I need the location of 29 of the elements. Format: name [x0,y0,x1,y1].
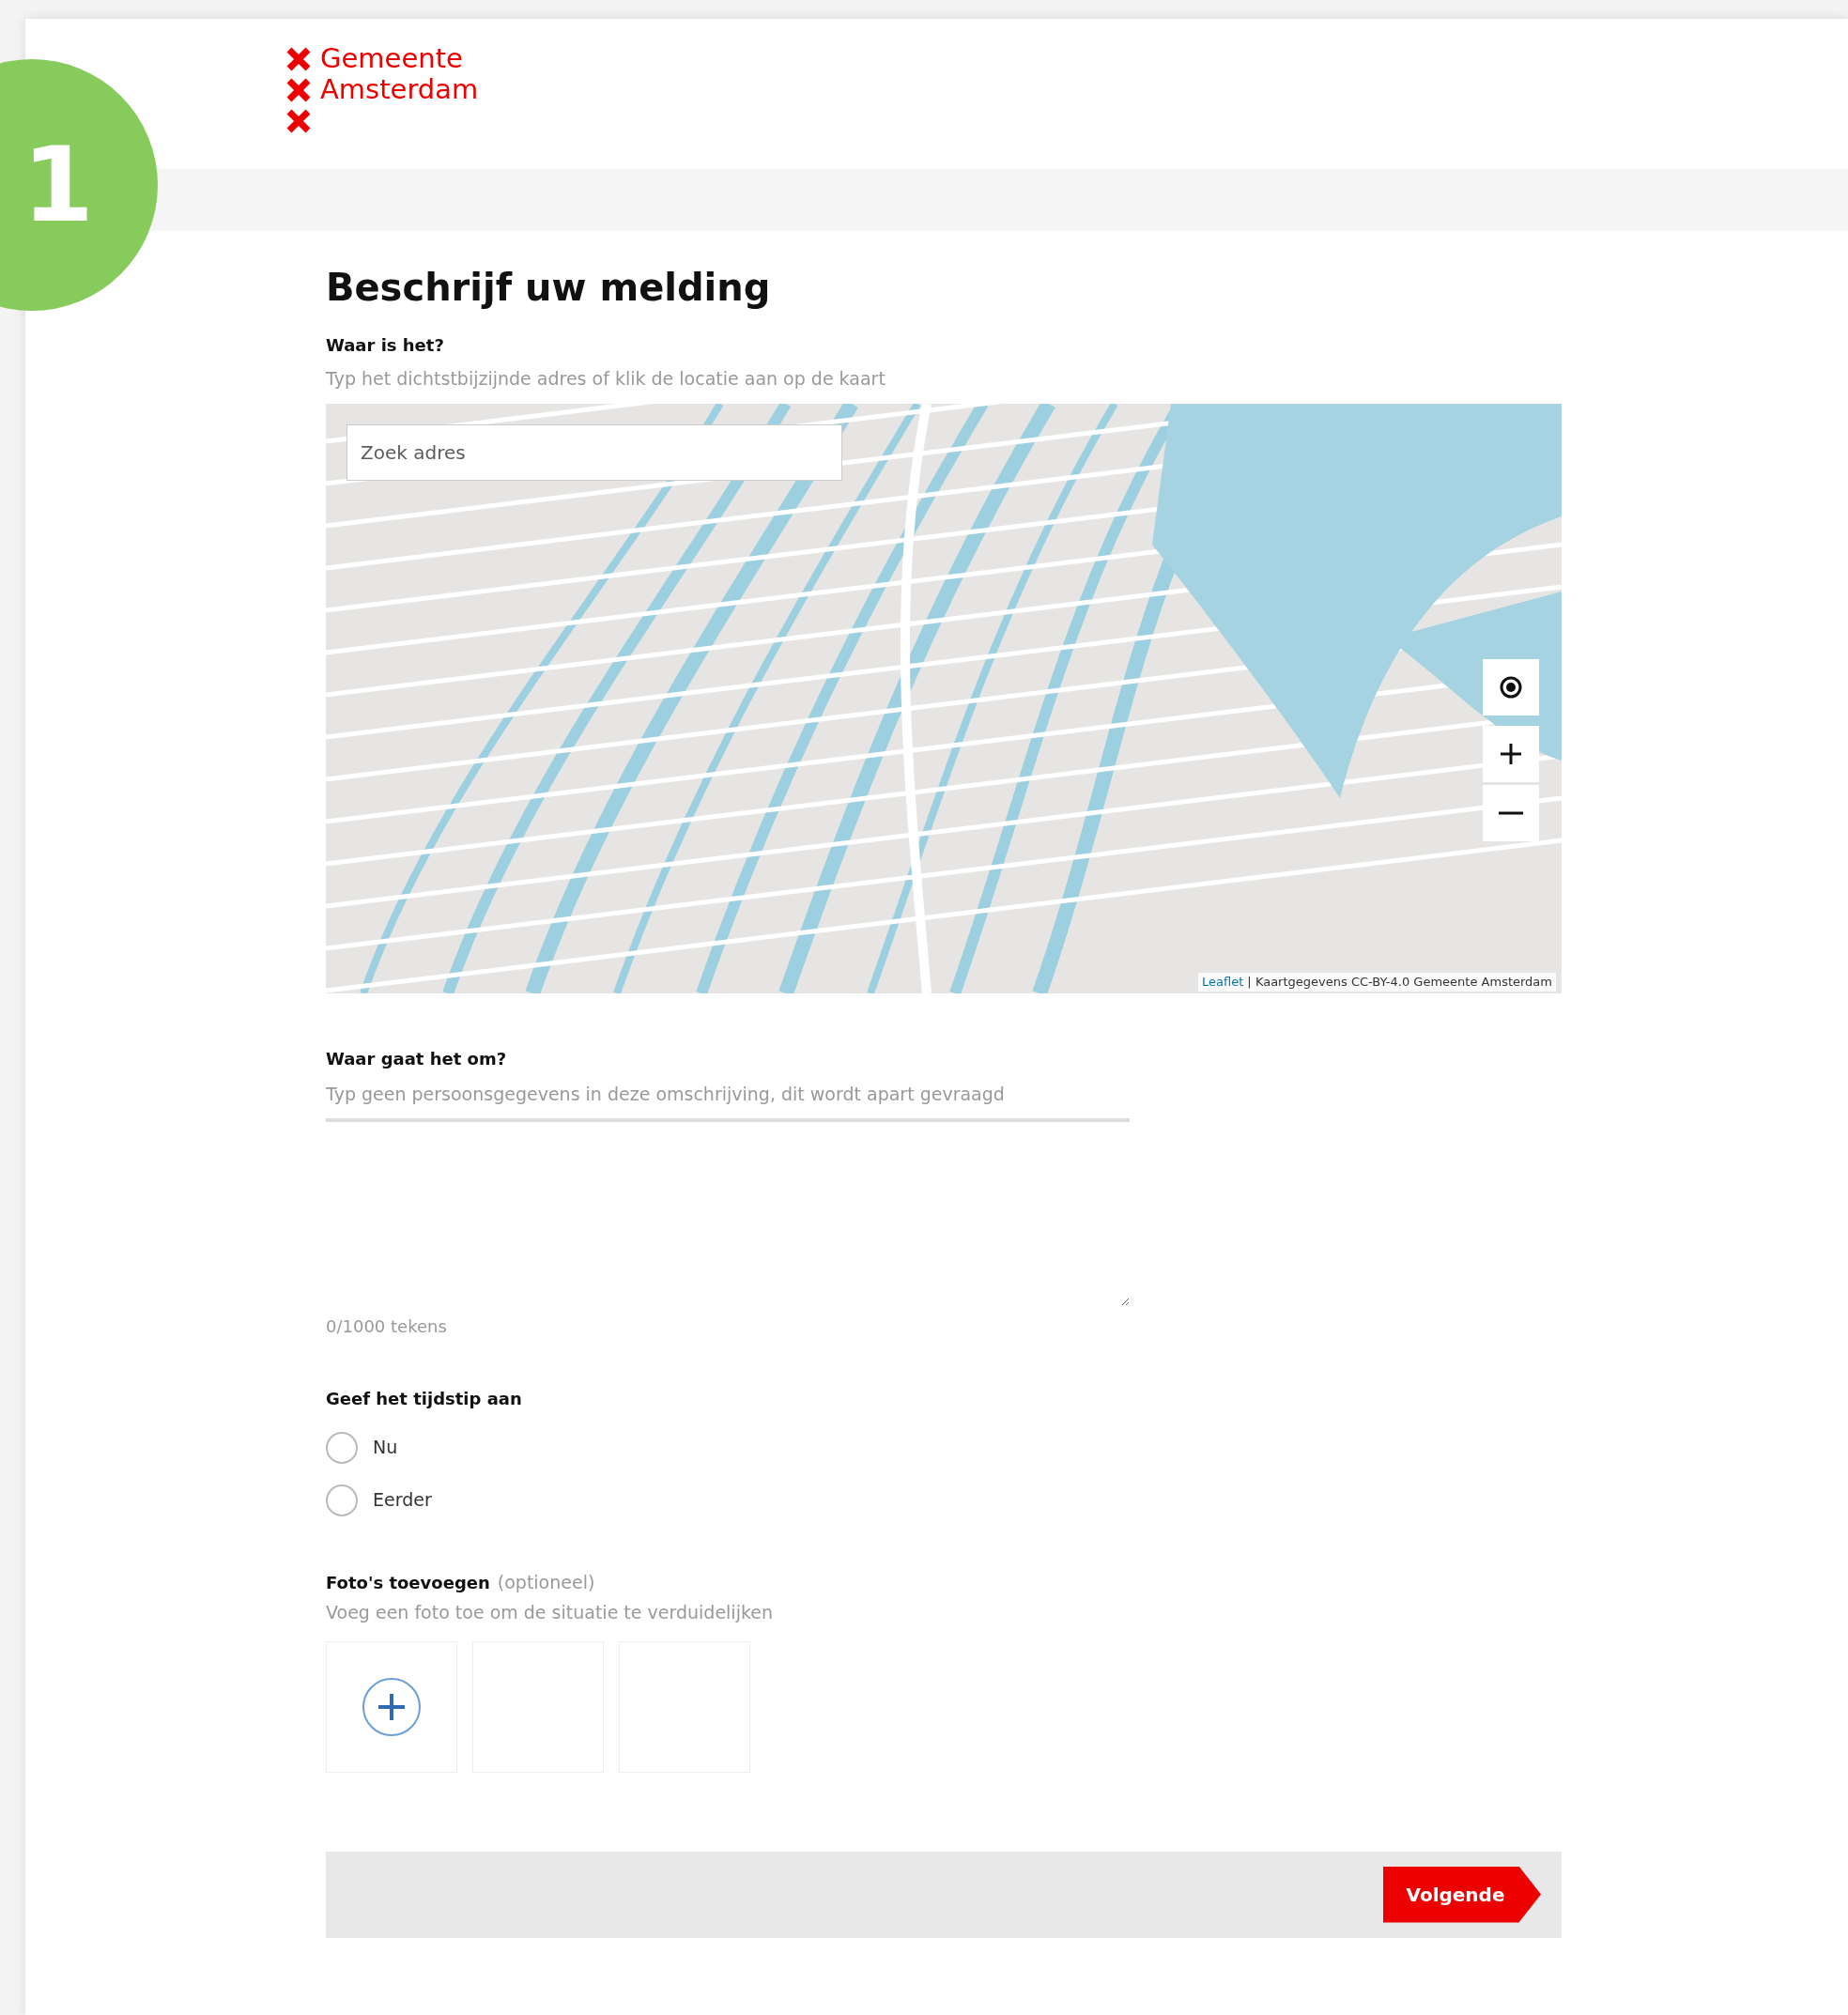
radio-button[interactable] [326,1431,358,1464]
cross-icon [286,46,311,71]
locate-button[interactable] [1483,658,1539,715]
locate-icon [1499,674,1523,700]
map-attribution: Leaflet | Kaartgegevens CC-BY-4.0 Gemeente Amsterdam [1197,973,1556,992]
optional-note: (optioneel) [497,1570,595,1594]
address-search-field[interactable]: Zoek adres [346,423,842,481]
field-label: Waar is het? [326,334,445,357]
radio-button[interactable] [326,1484,358,1516]
field-label: Waar gaat het om? [326,1047,508,1070]
plus-icon [1499,741,1523,766]
minus-icon [1499,810,1523,815]
cross-icon [286,77,311,102]
radio-label: Nu [373,1436,398,1460]
field-hint: Voeg een foto toe om de situatie te verduidelijken [326,1601,774,1624]
field-label: Geef het tijdstip aan [326,1387,523,1410]
leaflet-link[interactable]: Leaflet [1201,975,1244,989]
logo-text: Amsterdam [320,74,479,105]
next-button[interactable]: Volgende [1383,1866,1541,1923]
cross-icon [286,108,311,133]
page-title: Beschrijf uw melding [326,265,772,310]
field-hint: Typ het dichtstbijzijnde adres of klik de locatie aan op de kaart [326,367,886,391]
add-photo-button[interactable] [326,1640,457,1773]
logo-text: Gemeente [320,43,463,74]
character-counter: 0/1000 tekens [326,1315,448,1338]
zoom-in-button[interactable] [1483,725,1539,782]
radio-label: Eerder [373,1488,432,1513]
field-label: Foto's toevoegen [326,1571,490,1594]
plus-icon [362,1676,422,1737]
